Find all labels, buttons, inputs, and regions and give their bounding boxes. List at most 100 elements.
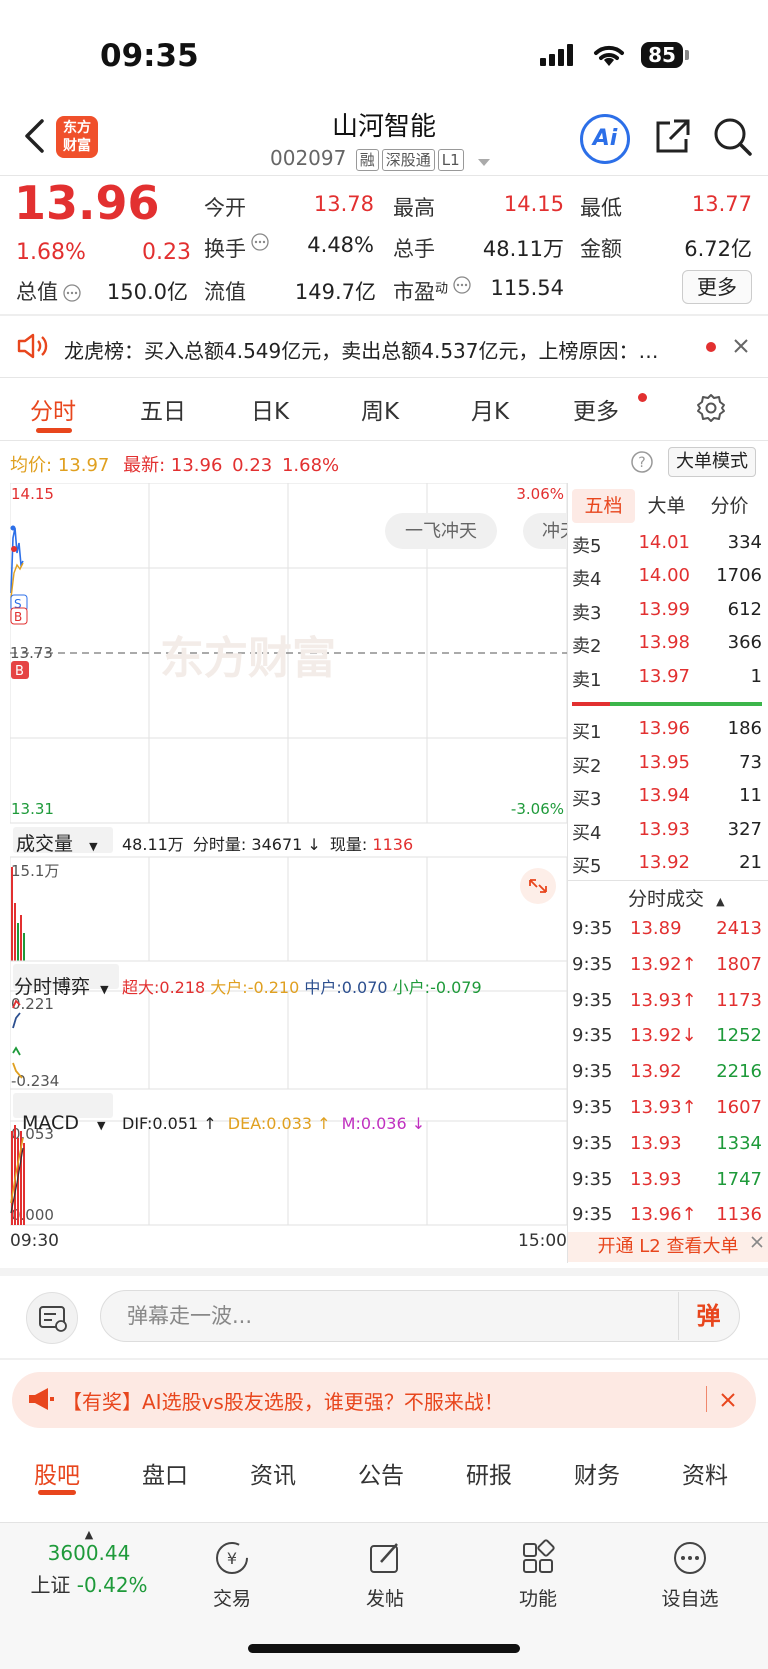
buy-row-1: 买1 13.96 186 bbox=[572, 718, 762, 743]
new-dot bbox=[638, 393, 647, 402]
close-icon[interactable] bbox=[720, 1392, 736, 1412]
comment-settings-icon[interactable] bbox=[26, 1292, 78, 1344]
stock-code-line[interactable]: 002097 融深股通 L1 bbox=[270, 146, 491, 172]
search-icon[interactable] bbox=[712, 116, 754, 162]
low-label: 最低 bbox=[580, 196, 622, 220]
index-pct: -0.42% bbox=[76, 1573, 148, 1597]
promo-text[interactable]: 【有奖】AI选股vs股友选股，谁更强？不服来战！ bbox=[62, 1386, 504, 1415]
tab-forum[interactable]: 股吧 bbox=[34, 1456, 80, 1490]
change-percent: 1.68% bbox=[16, 240, 86, 265]
tab-weekly-k[interactable]: 周K bbox=[361, 392, 399, 426]
svg-text:?: ? bbox=[638, 455, 645, 471]
trade-icon: ¥ bbox=[212, 1538, 252, 1578]
tab-finance[interactable]: 财务 bbox=[574, 1456, 620, 1490]
status-time: 09:35 bbox=[100, 38, 199, 74]
pe-label[interactable]: 市盈动 bbox=[393, 276, 471, 306]
tab-more[interactable]: 更多 bbox=[573, 392, 619, 426]
tab-daily-k[interactable]: 日K bbox=[251, 392, 289, 426]
tick-row: 9:35 13.93 1747 bbox=[572, 1168, 762, 1190]
l2-upsell-bar[interactable]: 开通 L2 查看大单 bbox=[568, 1232, 768, 1262]
chip-label[interactable]: 一飞冲天 bbox=[405, 521, 477, 542]
tab-big-orders[interactable]: 大单 bbox=[635, 489, 698, 523]
label: 换手 bbox=[204, 237, 246, 261]
big-order-mode-button[interactable]: 大单模式 bbox=[668, 447, 756, 477]
tab-monthly-k[interactable]: 月K bbox=[471, 392, 509, 426]
expand-button[interactable] bbox=[520, 868, 556, 904]
nav-watchlist-label: 设自选 bbox=[661, 1588, 719, 1610]
danmu-input[interactable]: 弹幕走一波... bbox=[100, 1290, 740, 1342]
sell-ratio-fill bbox=[572, 702, 610, 706]
axis-low: 13.31 bbox=[11, 800, 54, 818]
close-icon[interactable] bbox=[733, 338, 749, 358]
game-selector[interactable]: 分时博弈 ▼ bbox=[14, 972, 109, 999]
label: 市盈 bbox=[393, 280, 435, 304]
bottom-tab-underline bbox=[38, 1490, 76, 1495]
macd-selector[interactable]: MACD ▼ bbox=[22, 1112, 105, 1134]
close-icon[interactable] bbox=[750, 1234, 764, 1253]
tab-profile[interactable]: 资料 bbox=[682, 1456, 728, 1490]
small-holder: 小户:-0.079 bbox=[392, 978, 482, 997]
danmu-send-button[interactable]: 弹 bbox=[678, 1292, 738, 1340]
caret-down-icon: ▼ bbox=[100, 983, 109, 996]
dragon-tiger-text[interactable]: 龙虎榜：买入总额4.549亿元，卖出总额4.537亿元，上榜原因：日涨幅偏离值达… bbox=[64, 335, 674, 364]
more-button[interactable]: 更多 bbox=[682, 270, 752, 304]
caret-down-icon: ▼ bbox=[89, 840, 98, 853]
info-icon[interactable] bbox=[453, 276, 471, 298]
avg-label: 均价: bbox=[10, 455, 53, 476]
marker-buy-2: B bbox=[15, 664, 24, 679]
volume-info: 48.11万 分时量: 34671 ↓ 现量: 1136 bbox=[122, 831, 413, 855]
volume-selector-label: 成交量 bbox=[16, 833, 74, 855]
caret-down-icon[interactable] bbox=[478, 148, 491, 172]
settings-icon[interactable] bbox=[696, 393, 726, 427]
current-price: 13.96 bbox=[14, 176, 160, 230]
axis-low-pct: -3.06% bbox=[511, 800, 564, 818]
tag-level: L1 bbox=[437, 148, 464, 171]
tab-news[interactable]: 资讯 bbox=[250, 1456, 296, 1490]
battery-tip bbox=[685, 50, 689, 60]
macd-info: DIF:0.051 ↑ DEA:0.033 ↑ M:0.036 ↓ bbox=[122, 1114, 425, 1133]
tab-five-day[interactable]: 五日 bbox=[140, 392, 186, 426]
volume-selector[interactable]: 成交量 ▼ bbox=[16, 829, 98, 856]
chip-label-2[interactable]: 冲天 bbox=[542, 521, 568, 542]
nav-watchlist[interactable]: 设自选 bbox=[645, 1538, 735, 1611]
intraday-chart[interactable]: 东方财富 14.15 13.73 13.31 3.06% -3.06% 一飞冲天… bbox=[10, 483, 568, 1263]
caret-up-icon: ▲ bbox=[84, 1528, 94, 1541]
tab-handicap[interactable]: 盘口 bbox=[142, 1456, 188, 1490]
tick-row: 9:35 13.92↑ 1807 bbox=[572, 953, 762, 975]
nav-trade[interactable]: ¥ 交易 bbox=[187, 1538, 277, 1611]
time-axis-start: 09:30 bbox=[10, 1231, 59, 1251]
tick-row: 9:35 13.96↑ 1136 bbox=[572, 1204, 762, 1226]
axis-high-pct: 3.06% bbox=[516, 485, 564, 503]
tab-research[interactable]: 研报 bbox=[466, 1456, 512, 1490]
volume-label: 总手 bbox=[393, 237, 435, 261]
index-widget[interactable]: ▲ 3600.44 上证 -0.42% bbox=[24, 1528, 154, 1598]
info-icon[interactable] bbox=[63, 283, 81, 306]
time-axis-end: 15:00 bbox=[518, 1231, 567, 1251]
buy-row-4: 买4 13.93 327 bbox=[572, 819, 762, 844]
tab-price-dist[interactable]: 分价 bbox=[698, 489, 761, 523]
change-amount: 0.23 bbox=[142, 240, 191, 265]
minute-volume-value: 34671 bbox=[251, 835, 303, 854]
volume-value: 48.11万 bbox=[482, 237, 564, 261]
tab-announcements[interactable]: 公告 bbox=[358, 1456, 404, 1490]
buy-row-3: 买3 13.94 11 bbox=[572, 785, 762, 810]
wifi-icon bbox=[592, 42, 626, 72]
nav-functions[interactable]: 功能 bbox=[493, 1538, 583, 1611]
open-value: 13.78 bbox=[313, 192, 374, 216]
market-cap-label[interactable]: 总值 bbox=[16, 276, 81, 306]
tab-intraday[interactable]: 分时 bbox=[30, 392, 76, 426]
super-large: 超大:0.218 bbox=[122, 978, 206, 997]
pe-value: 115.54 bbox=[490, 276, 564, 300]
turnover-label[interactable]: 换手 bbox=[204, 233, 269, 263]
nav-post[interactable]: 发帖 bbox=[340, 1538, 430, 1611]
share-icon[interactable] bbox=[652, 117, 692, 161]
ai-assistant-button[interactable]: Ai bbox=[580, 114, 630, 164]
ticks-title[interactable]: 分时成交 ▲ bbox=[628, 884, 725, 911]
tab-five-levels[interactable]: 五档 bbox=[572, 489, 635, 523]
home-indicator bbox=[248, 1644, 520, 1653]
help-icon[interactable]: ? bbox=[630, 450, 654, 478]
amount-label: 金额 bbox=[580, 237, 622, 261]
info-icon[interactable] bbox=[251, 233, 269, 255]
volume-total: 48.11万 bbox=[122, 835, 184, 854]
latest-value: 13.96 bbox=[170, 455, 223, 476]
